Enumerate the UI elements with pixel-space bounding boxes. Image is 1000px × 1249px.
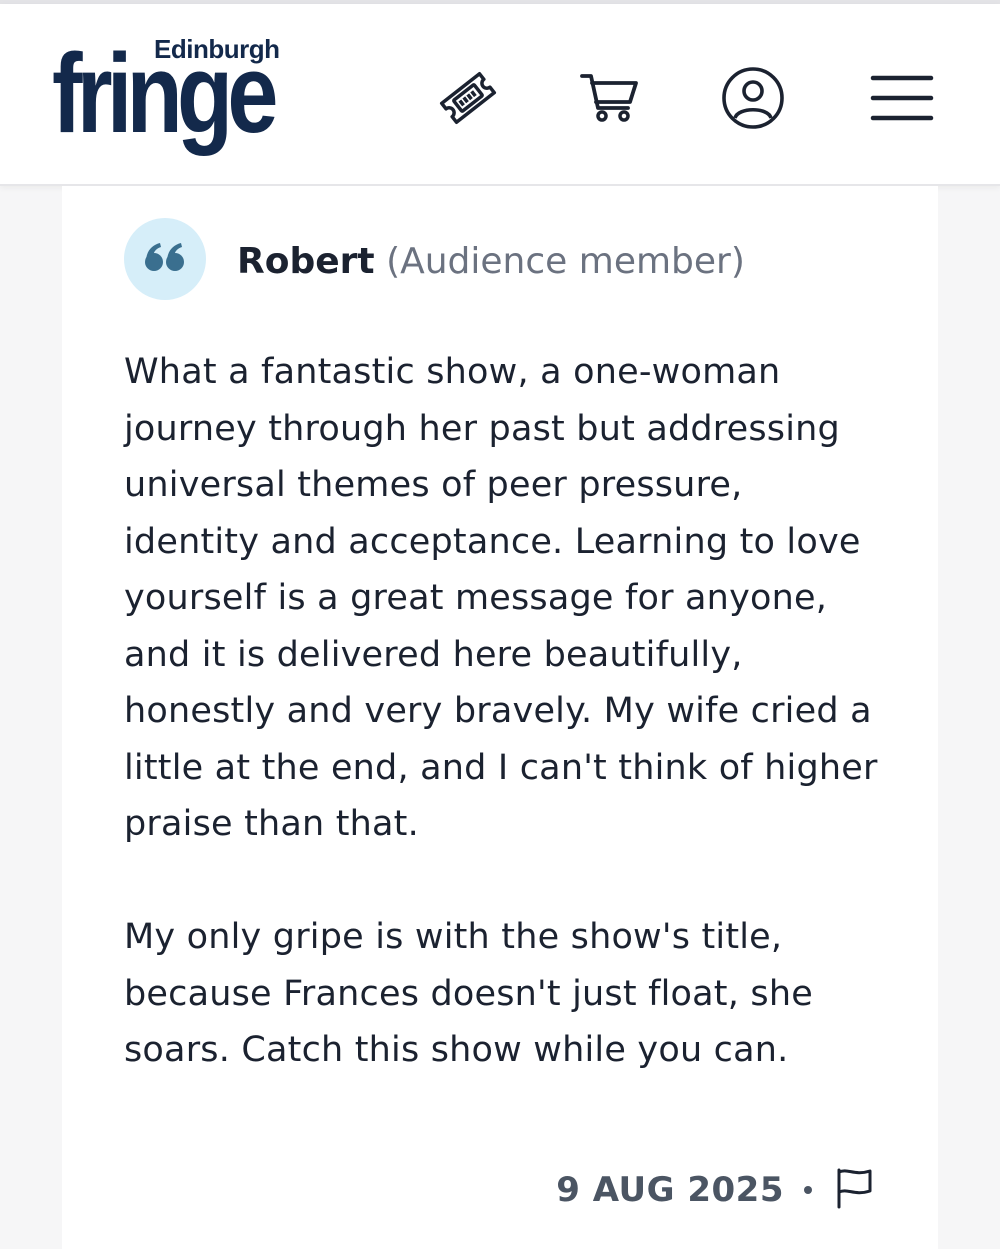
tickets-button[interactable] — [428, 60, 508, 140]
review-paragraph: My only gripe is with the show's title, … — [124, 917, 813, 1070]
review-card: Robert (Audience member) What a fantasti… — [62, 186, 938, 1249]
menu-icon — [870, 73, 934, 127]
author-name: Robert — [237, 241, 375, 282]
quote-icon — [143, 241, 187, 277]
author-role: (Audience member) — [386, 241, 745, 282]
logo-fringe-text: fringe — [52, 31, 278, 156]
user-icon — [720, 65, 786, 135]
review-date: 9 AUG 2025 — [556, 1170, 784, 1210]
flag-icon — [834, 1167, 874, 1213]
report-review-button[interactable] — [832, 1168, 876, 1212]
cart-icon — [578, 66, 642, 134]
review-author: Robert (Audience member) — [237, 238, 745, 286]
quote-badge — [124, 218, 206, 300]
edinburgh-fringe-logo[interactable]: Edinburgh fringe — [52, 34, 312, 164]
ticket-icon — [436, 66, 500, 134]
review-body: What a fantastic show, a one-woman journ… — [124, 344, 884, 1079]
basket-button[interactable] — [570, 60, 650, 140]
separator-dot — [804, 1186, 812, 1194]
review-meta: 9 AUG 2025 — [556, 1168, 876, 1212]
site-header: Edinburgh fringe — [0, 4, 1000, 186]
menu-button[interactable] — [862, 60, 942, 140]
review-paragraph: What a fantastic show, a one-woman journ… — [124, 352, 878, 844]
account-button[interactable] — [713, 60, 793, 140]
